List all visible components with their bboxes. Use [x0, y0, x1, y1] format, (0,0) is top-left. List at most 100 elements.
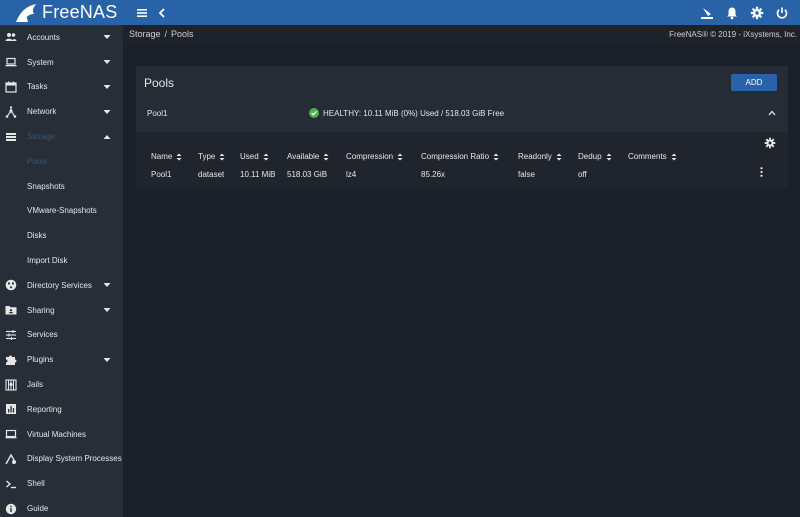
copyright-text: FreeNAS® © 2019 - iXsystems, Inc.	[669, 30, 797, 39]
sidebar-subitem-pools[interactable]: Pools	[0, 149, 123, 174]
sidebar-item-jails[interactable]: Jails	[0, 372, 123, 397]
sidebar: Accounts System Tasks Network Storage Po…	[0, 25, 123, 517]
chevron-down-icon	[103, 357, 111, 363]
sidebar-item-label: Reporting	[27, 404, 62, 414]
column-header-name[interactable]: Name	[151, 152, 182, 161]
power-icon	[776, 7, 788, 19]
header-label: Readonly	[518, 152, 552, 161]
sidebar-item-sharing[interactable]: Sharing	[0, 298, 123, 323]
directory-icon	[4, 278, 18, 292]
processes-icon	[4, 452, 18, 466]
breadcrumb-separator: /	[164, 29, 168, 39]
column-header-readonly[interactable]: Readonly	[518, 152, 562, 161]
column-header-available[interactable]: Available	[287, 152, 329, 161]
add-pool-button[interactable]: ADD	[731, 74, 777, 91]
table-settings-button[interactable]	[764, 137, 778, 151]
cell-available: 518.03 GiB	[287, 170, 328, 179]
sidebar-item-shell[interactable]: Shell	[0, 471, 123, 496]
sidebar-item-label: Display System Processes	[27, 454, 122, 464]
sidebar-item-guide[interactable]: Guide	[0, 496, 123, 517]
row-actions-button[interactable]	[757, 166, 765, 178]
sort-icon	[606, 153, 612, 160]
sidebar-subitem-snapshots[interactable]: Snapshots	[0, 174, 123, 199]
sidebar-item-network[interactable]: Network	[0, 99, 123, 124]
dataset-table: Name Type Used Available Compression Com…	[136, 132, 788, 188]
sort-icon	[493, 153, 499, 160]
cell-compression-ratio: 85.26x	[421, 170, 446, 179]
collapse-sidebar-button[interactable]	[152, 3, 172, 22]
ix-logo-button[interactable]	[697, 3, 717, 22]
sliders-icon	[4, 328, 18, 342]
column-header-comments[interactable]: Comments	[628, 152, 677, 161]
sort-icon	[323, 153, 329, 160]
power-button[interactable]	[772, 3, 792, 22]
sidebar-item-label: Network	[27, 107, 57, 117]
sidebar-item-storage[interactable]: Storage	[0, 124, 123, 149]
calendar-icon	[4, 80, 18, 94]
column-header-compression[interactable]: Compression	[346, 152, 403, 161]
alerts-button[interactable]	[722, 3, 742, 22]
pool-health-status: HEALTHY: 10.11 MiB (0%) Used / 518.03 Gi…	[309, 108, 504, 118]
sidebar-item-accounts[interactable]: Accounts	[0, 25, 123, 50]
sidebar-item-directory-services[interactable]: Directory Services	[0, 273, 123, 298]
header-label: Type	[198, 152, 216, 161]
chevron-down-icon	[103, 59, 111, 65]
top-bar: FreeNAS	[0, 0, 800, 25]
sidebar-item-virtual-machines[interactable]: Virtual Machines	[0, 422, 123, 447]
sidebar-item-reporting[interactable]: Reporting	[0, 397, 123, 422]
sidebar-item-label: Storage	[27, 132, 56, 142]
shark-logo-icon	[16, 3, 36, 22]
breadcrumb: Storage / Pools	[129, 29, 198, 39]
pool-status-text: HEALTHY: 10.11 MiB (0%) Used / 518.03 Gi…	[323, 108, 505, 118]
check-circle-icon	[309, 108, 319, 118]
jail-icon	[4, 378, 18, 392]
sidebar-subitem-disks[interactable]: Disks	[0, 223, 123, 248]
header-label: Compression Ratio	[421, 152, 490, 161]
menu-toggle-button[interactable]	[132, 3, 152, 22]
network-icon	[4, 105, 18, 119]
terminal-icon	[4, 477, 18, 491]
sidebar-subitem-vmware-snapshots[interactable]: VMware-Snapshots	[0, 199, 123, 224]
gear-icon	[764, 137, 776, 149]
sidebar-subitem-import-disk[interactable]: Import Disk	[0, 248, 123, 273]
folder-share-icon	[4, 303, 18, 317]
sidebar-item-display-system-processes[interactable]: Display System Processes	[0, 447, 123, 472]
column-header-used[interactable]: Used	[240, 152, 269, 161]
sidebar-item-label: VMware-Snapshots	[27, 206, 97, 216]
cell-compression: lz4	[346, 170, 357, 179]
sort-icon	[176, 153, 182, 160]
people-icon	[4, 30, 18, 44]
sidebar-item-services[interactable]: Services	[0, 323, 123, 348]
chevron-down-icon	[103, 84, 111, 90]
header-label: Name	[151, 152, 173, 161]
collapse-pool-button[interactable]	[768, 110, 776, 116]
header-label: Compression	[346, 152, 394, 161]
column-header-dedup[interactable]: Dedup	[578, 152, 612, 161]
freenas-logo[interactable]: FreeNAS	[14, 1, 117, 24]
breadcrumb-storage[interactable]: Storage	[129, 29, 161, 39]
sidebar-item-label: Pools	[27, 156, 48, 166]
column-header-compression-ratio[interactable]: Compression Ratio	[421, 152, 499, 161]
sidebar-item-plugins[interactable]: Plugins	[0, 347, 123, 372]
column-header-type[interactable]: Type	[198, 152, 225, 161]
sidebar-item-label: Snapshots	[27, 181, 65, 191]
sidebar-item-label: Jails	[27, 380, 44, 390]
pool-name: Pool1	[147, 109, 168, 118]
settings-button[interactable]	[747, 3, 767, 22]
sidebar-item-label: Guide	[27, 504, 49, 514]
brand-name: FreeNAS	[42, 2, 118, 22]
chevron-down-icon	[103, 307, 111, 313]
header-label: Comments	[628, 152, 667, 161]
ix-logo-icon	[701, 7, 713, 19]
laptop-icon	[4, 55, 18, 69]
chevron-up-icon	[768, 110, 776, 116]
sidebar-item-label: Disks	[27, 231, 47, 241]
bell-icon	[727, 7, 737, 19]
info-icon	[4, 502, 18, 516]
breadcrumb-bar: Storage / Pools FreeNAS® © 2019 - iXsystem…	[123, 25, 800, 43]
sidebar-item-label: Import Disk	[27, 256, 68, 266]
puzzle-icon	[4, 353, 18, 367]
pool-header-row[interactable]: Pool1 HEALTHY: 10.11 MiB (0%) Used / 518…	[136, 100, 788, 128]
sidebar-item-system[interactable]: System	[0, 50, 123, 75]
sidebar-item-tasks[interactable]: Tasks	[0, 75, 123, 100]
